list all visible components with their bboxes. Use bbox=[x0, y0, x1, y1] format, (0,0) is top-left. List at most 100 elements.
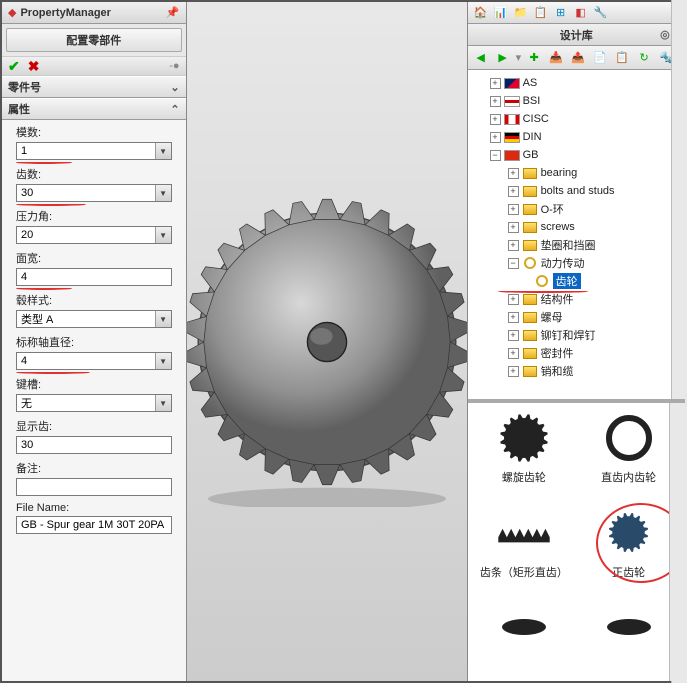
notes-input[interactable] bbox=[16, 478, 172, 496]
face-width-label: 面宽: bbox=[16, 250, 172, 266]
expand-toggle[interactable]: + bbox=[508, 330, 519, 341]
modulus-label: 模数: bbox=[16, 124, 172, 140]
preview-helical[interactable]: 螺旋齿轮 bbox=[474, 413, 575, 504]
preview-label: 齿条（矩形直齿） bbox=[480, 564, 568, 580]
teeth-label: 齿数: bbox=[16, 166, 172, 182]
expand-toggle[interactable]: + bbox=[508, 294, 519, 305]
lib-title: 设计库 bbox=[560, 27, 593, 43]
library-tree[interactable]: + AS + BSI + CISC + DIN − GB + bearing + bolts … bbox=[468, 70, 685, 399]
tree-item-washers[interactable]: 垫圈和挡圈 bbox=[541, 237, 596, 253]
gear-model bbox=[187, 177, 467, 507]
expand-toggle[interactable]: + bbox=[490, 96, 501, 107]
scrollbar[interactable] bbox=[669, 403, 685, 681]
view-icon[interactable]: ◎ bbox=[660, 28, 670, 41]
pushpin-icon[interactable]: 📌 bbox=[166, 6, 180, 19]
expand-toggle[interactable]: + bbox=[508, 366, 519, 377]
tree-item-oring[interactable]: O-环 bbox=[541, 201, 564, 217]
pressure-angle-input[interactable] bbox=[16, 226, 172, 244]
folder-icon[interactable]: 📁 bbox=[512, 4, 530, 22]
expand-icon[interactable]: ⌄ bbox=[170, 81, 179, 94]
expand-toggle[interactable]: + bbox=[508, 204, 519, 215]
tree-item-seals[interactable]: 密封件 bbox=[541, 345, 574, 361]
tree-item-nuts[interactable]: 螺母 bbox=[541, 309, 563, 325]
modulus-input[interactable] bbox=[16, 142, 172, 160]
part-icon[interactable]: 🔧 bbox=[592, 4, 610, 22]
pm-body: 模数: ▼ 齿数: ▼ 压力角: ▼ 面宽: bbox=[2, 120, 186, 681]
scrollbar[interactable] bbox=[671, 70, 685, 399]
keyway-input[interactable] bbox=[16, 394, 172, 412]
preview-label: 正齿轮 bbox=[612, 564, 645, 580]
pushpin-icon[interactable]: -● bbox=[169, 60, 179, 72]
collapse-toggle[interactable]: − bbox=[508, 258, 519, 269]
pressure-angle-label: 压力角: bbox=[16, 208, 172, 224]
tree-item-rivets[interactable]: 铆钉和焊钉 bbox=[541, 327, 596, 343]
hub-style-label: 毂样式: bbox=[16, 292, 172, 308]
pm-ok-cancel-bar: ✔ ✖ -● bbox=[2, 56, 186, 76]
notes-label: 备注: bbox=[16, 460, 172, 476]
section-label: 属性 bbox=[8, 101, 30, 117]
tree-item-power[interactable]: 动力传动 bbox=[541, 255, 585, 271]
refresh-icon[interactable]: ↻ bbox=[635, 49, 653, 67]
lib-toolbar: ◀ ▶ ▾ ✚ 📥 📤 📄 📋 ↻ 🔩 bbox=[468, 46, 685, 70]
tree-item-bsi[interactable]: BSI bbox=[523, 95, 541, 107]
collapse-toggle[interactable]: − bbox=[490, 150, 501, 161]
keyway-label: 键槽: bbox=[16, 376, 172, 392]
expand-toggle[interactable]: + bbox=[508, 186, 519, 197]
add-icon[interactable]: ✚ bbox=[525, 49, 543, 67]
tree-item-screws[interactable]: screws bbox=[541, 221, 575, 233]
tree-item-din[interactable]: DIN bbox=[523, 131, 542, 143]
pm-subtitle: 配置零部件 bbox=[6, 28, 182, 52]
library-preview: 螺旋齿轮 直齿内齿轮 齿条（矩形直齿） 正齿轮 bbox=[468, 399, 685, 681]
home-icon[interactable]: 🏠 bbox=[472, 4, 490, 22]
expand-toggle[interactable]: + bbox=[490, 132, 501, 143]
forward-icon[interactable]: ▶ bbox=[494, 49, 512, 67]
show-teeth-input[interactable] bbox=[16, 436, 172, 454]
face-width-input[interactable] bbox=[16, 268, 172, 286]
tree-item-as[interactable]: AS bbox=[523, 77, 538, 89]
filename-input[interactable] bbox=[16, 516, 172, 534]
section-part-number[interactable]: 零件号 ⌄ bbox=[2, 76, 186, 98]
tree-item-bolts[interactable]: bolts and studs bbox=[541, 185, 615, 197]
preview-spur[interactable]: 正齿轮 bbox=[578, 508, 679, 599]
back-icon[interactable]: ◀ bbox=[472, 49, 490, 67]
nom-shaft-label: 标称轴直径: bbox=[16, 334, 172, 350]
paste-icon[interactable]: 📋 bbox=[613, 49, 631, 67]
copy-icon[interactable]: 📄 bbox=[591, 49, 609, 67]
model-viewport[interactable] bbox=[187, 2, 467, 681]
expand-toggle[interactable]: + bbox=[508, 168, 519, 179]
filename-label: File Name: bbox=[16, 502, 172, 514]
expand-toggle[interactable]: + bbox=[508, 312, 519, 323]
section-label: 零件号 bbox=[8, 79, 41, 95]
expand-toggle[interactable]: + bbox=[508, 222, 519, 233]
cancel-button[interactable]: ✖ bbox=[28, 58, 40, 75]
nom-shaft-input[interactable] bbox=[16, 352, 172, 370]
props-icon[interactable]: ⊞ bbox=[552, 4, 570, 22]
section-properties[interactable]: 属性 ⌃ bbox=[2, 98, 186, 120]
add-lib-icon[interactable]: 📥 bbox=[547, 49, 565, 67]
teeth-input[interactable] bbox=[16, 184, 172, 202]
preview-rack[interactable]: 齿条（矩形直齿） bbox=[474, 508, 575, 599]
expand-toggle[interactable]: + bbox=[490, 114, 501, 125]
preview-internal[interactable]: 直齿内齿轮 bbox=[578, 413, 679, 504]
ok-button[interactable]: ✔ bbox=[8, 58, 20, 75]
tree-item-bearing[interactable]: bearing bbox=[541, 167, 578, 179]
preview-label: 螺旋齿轮 bbox=[502, 469, 546, 485]
expand-toggle[interactable]: + bbox=[490, 78, 501, 89]
tree-item-cisc[interactable]: CISC bbox=[523, 113, 549, 125]
tree-item-gb[interactable]: GB bbox=[523, 149, 539, 161]
pm-header: ◆ PropertyManager 📌 bbox=[2, 2, 186, 24]
cube-icon[interactable]: ◧ bbox=[572, 4, 590, 22]
property-manager-panel: ◆ PropertyManager 📌 配置零部件 ✔ ✖ -● 零件号 ⌄ 属… bbox=[2, 2, 187, 681]
chart-icon[interactable]: 📊 bbox=[492, 4, 510, 22]
clipboard-icon[interactable]: 📋 bbox=[532, 4, 550, 22]
remove-icon[interactable]: 📤 bbox=[569, 49, 587, 67]
tree-item-gears[interactable]: 齿轮 bbox=[553, 273, 581, 289]
hub-style-input[interactable] bbox=[16, 310, 172, 328]
show-teeth-label: 显示齿: bbox=[16, 418, 172, 434]
collapse-icon[interactable]: ⌃ bbox=[170, 103, 179, 116]
tree-item-struct[interactable]: 结构件 bbox=[541, 291, 574, 307]
pm-app-icon: ◆ bbox=[8, 6, 16, 19]
tree-item-pins[interactable]: 销和缆 bbox=[541, 363, 574, 379]
expand-toggle[interactable]: + bbox=[508, 348, 519, 359]
expand-toggle[interactable]: + bbox=[508, 240, 519, 251]
